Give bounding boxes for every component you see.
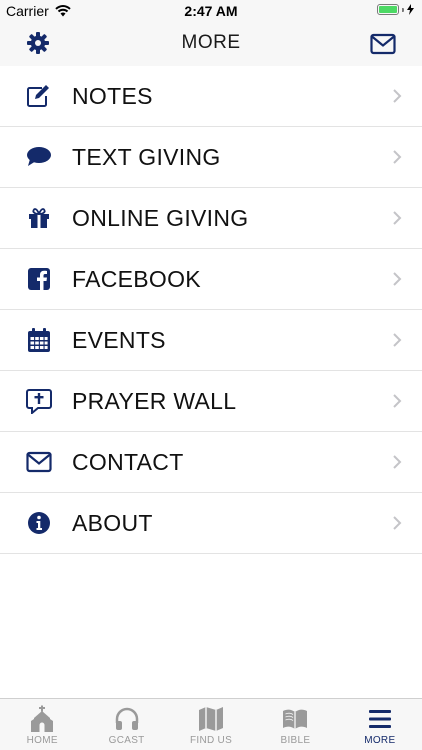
battery-icon xyxy=(377,4,399,15)
menu-item-online-giving[interactable]: ONLINE GIVING xyxy=(0,188,422,249)
more-menu-list: NOTES TEXT GIVING ONLINE GIVING FACEBOOK… xyxy=(0,66,422,554)
tab-label: BIBLE xyxy=(280,735,311,746)
menu-item-contact[interactable]: CONTACT xyxy=(0,432,422,493)
chevron-right-icon xyxy=(393,455,402,469)
envelope-icon xyxy=(26,449,52,475)
battery-indicator xyxy=(377,4,414,15)
chat-bubble-icon xyxy=(26,144,52,170)
chevron-right-icon xyxy=(393,211,402,225)
menu-item-events[interactable]: EVENTS xyxy=(0,310,422,371)
chevron-right-icon xyxy=(393,272,402,286)
chevron-right-icon xyxy=(393,516,402,530)
facebook-icon xyxy=(26,266,52,292)
tab-label: MORE xyxy=(364,735,396,746)
menu-item-facebook[interactable]: FACEBOOK xyxy=(0,249,422,310)
tab-label: FIND US xyxy=(189,735,233,746)
church-icon xyxy=(31,705,54,732)
status-bar: Carrier 2:47 AM xyxy=(0,0,422,22)
menu-item-prayer-wall[interactable]: PRAYER WALL xyxy=(0,371,422,432)
tab-more[interactable]: MORE xyxy=(338,699,422,750)
page-title: MORE xyxy=(181,32,241,53)
info-icon xyxy=(26,510,52,536)
status-time: 2:47 AM xyxy=(184,3,238,19)
chevron-right-icon xyxy=(393,333,402,347)
menu-label: NOTES xyxy=(72,83,153,109)
tab-find-us[interactable]: FIND US xyxy=(169,699,253,750)
menu-item-about[interactable]: ABOUT xyxy=(0,493,422,554)
menu-label: EVENTS xyxy=(72,327,166,353)
menu-item-notes[interactable]: NOTES xyxy=(0,66,422,127)
tab-gcast[interactable]: GCAST xyxy=(84,699,168,750)
tab-bible[interactable]: BIBLE xyxy=(253,699,337,750)
chevron-right-icon xyxy=(393,89,402,103)
menu-label: ONLINE GIVING xyxy=(72,205,249,231)
headphones-icon xyxy=(115,707,138,730)
menu-label: TEXT GIVING xyxy=(72,144,221,170)
book-icon xyxy=(283,709,308,729)
tab-home[interactable]: HOME xyxy=(0,699,84,750)
map-icon xyxy=(199,707,224,731)
menu-label: CONTACT xyxy=(72,449,184,475)
menu-item-text-giving[interactable]: TEXT GIVING xyxy=(0,127,422,188)
tab-label: GCAST xyxy=(108,735,145,746)
gift-icon xyxy=(26,205,52,231)
menu-label: FACEBOOK xyxy=(72,266,201,292)
tab-bar: HOME GCAST FIND US BIBLE MORE xyxy=(0,698,422,750)
calendar-icon xyxy=(26,327,52,353)
edit-icon xyxy=(26,83,52,109)
navigation-bar: MORE xyxy=(0,22,422,66)
prayer-cross-icon xyxy=(26,388,52,414)
envelope-icon[interactable] xyxy=(370,33,396,55)
menu-label: ABOUT xyxy=(72,510,153,536)
tab-label: HOME xyxy=(26,735,58,746)
chevron-right-icon xyxy=(393,394,402,408)
menu-label: PRAYER WALL xyxy=(72,388,237,414)
charging-bolt-icon xyxy=(407,4,414,15)
menu-icon xyxy=(368,710,391,728)
chevron-right-icon xyxy=(393,150,402,164)
